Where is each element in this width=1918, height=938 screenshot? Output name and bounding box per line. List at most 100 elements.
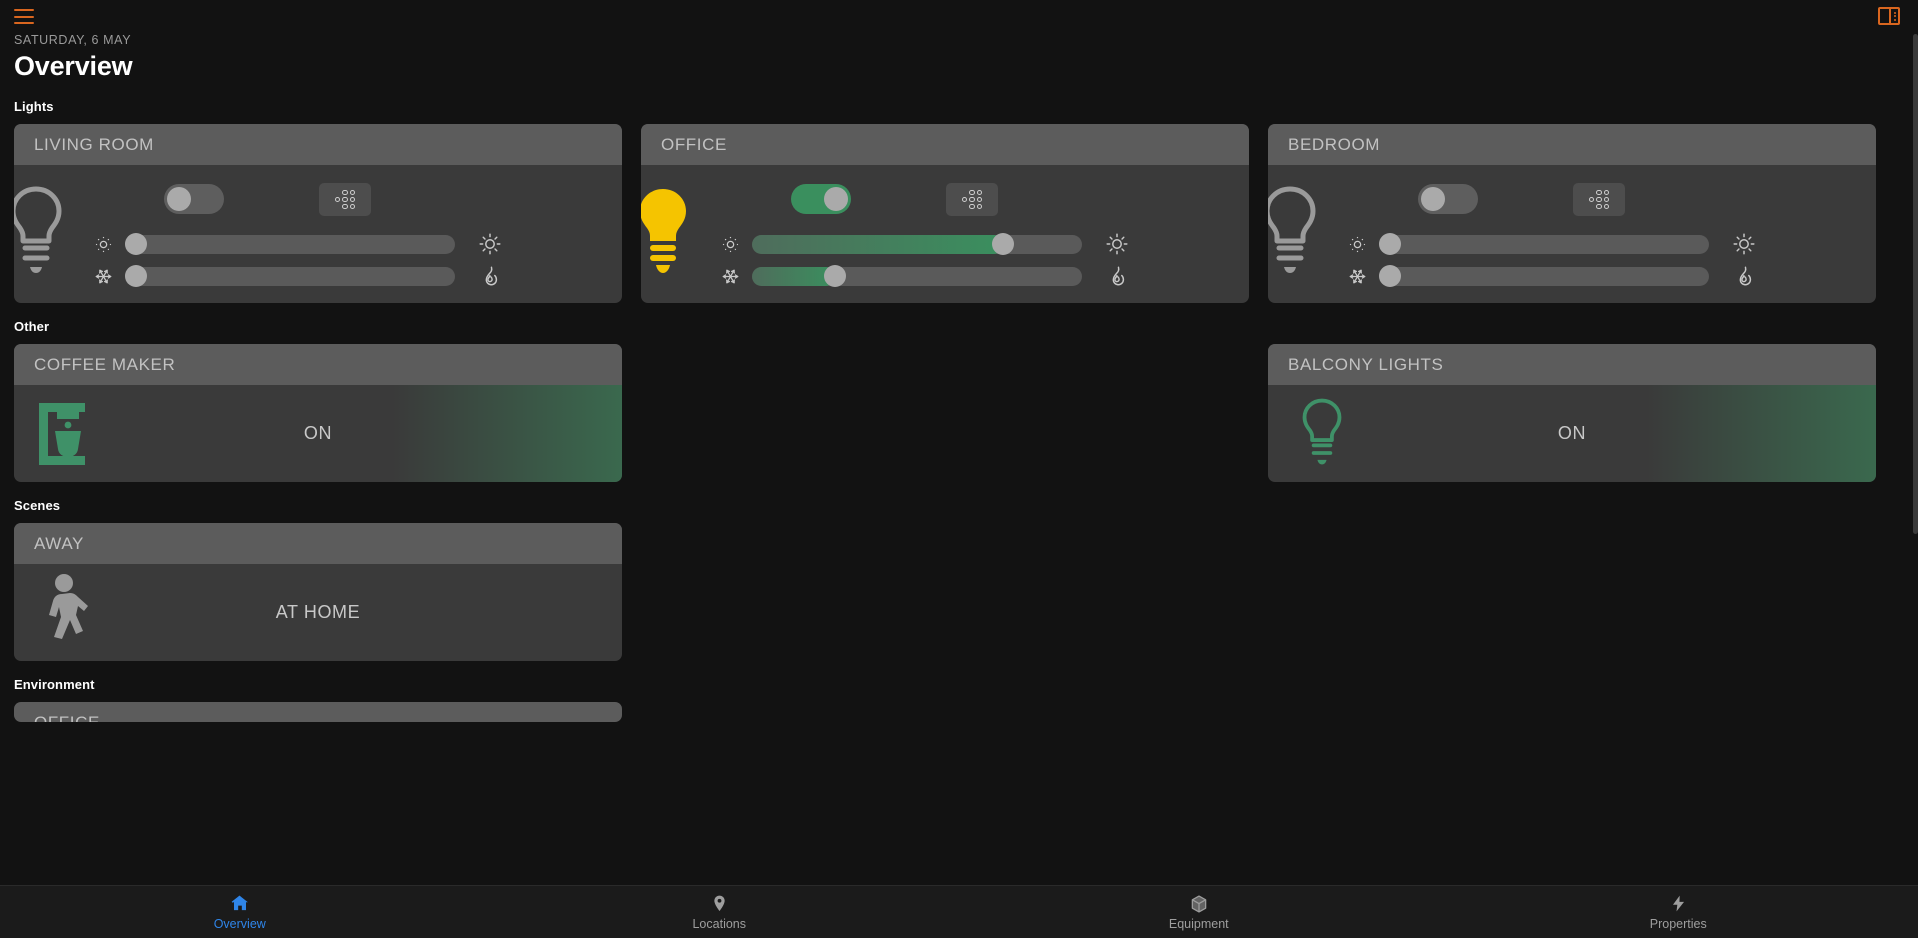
temperature-slider[interactable] [1379, 265, 1709, 287]
color-palette-dots-icon[interactable] [946, 183, 998, 216]
other-card-title: BALCONY LIGHTS [1288, 354, 1444, 374]
nav-label: Properties [1649, 916, 1707, 931]
scenes-card[interactable]: AWAY AT HOME [14, 523, 622, 661]
hamburger-icon[interactable] [14, 9, 34, 24]
other-card[interactable]: COFFEE MAKER ON [14, 344, 622, 482]
brightness-slider[interactable] [125, 233, 455, 255]
nav-label: Equipment [1168, 916, 1229, 931]
temperature-thumb[interactable] [125, 265, 147, 287]
nav-item-properties[interactable]: Properties [1439, 886, 1918, 938]
power-toggle[interactable] [1418, 184, 1478, 214]
nav-item-equipment[interactable]: Equipment [959, 886, 1439, 938]
scenes-card-title: AWAY [34, 533, 84, 553]
brightness-slider[interactable] [1379, 233, 1709, 255]
toggle-knob [824, 187, 848, 211]
scenes-card-body: AT HOME [14, 564, 622, 661]
sidebar-panel-icon[interactable] [1878, 7, 1900, 25]
power-toggle-row [1418, 184, 1478, 214]
page-title: Overview [14, 51, 133, 81]
other-card-body: ON [1268, 385, 1876, 482]
card-header: LIVING ROOM [14, 124, 622, 165]
temperature-slider[interactable] [125, 265, 455, 287]
power-toggle[interactable] [164, 184, 224, 214]
environment-grid: OFFICE [0, 702, 1918, 722]
section-label-other: Other [14, 319, 50, 334]
section-label-environment: Environment [14, 677, 95, 692]
temperature-slider-row [719, 264, 1129, 288]
other-card[interactable]: BALCONY LIGHTS ON [1268, 344, 1876, 482]
light-card: LIVING ROOM [14, 124, 622, 303]
dot-cluster [961, 189, 983, 210]
light-card: OFFICE [641, 124, 1249, 303]
nav-item-locations[interactable]: Locations [480, 886, 960, 938]
other-card-body: ON [14, 385, 622, 482]
other-card-title: COFFEE MAKER [34, 354, 176, 374]
panel-right-region [1891, 9, 1898, 23]
dot-cluster [1588, 189, 1610, 210]
nav-item-overview[interactable]: Overview [0, 886, 480, 938]
home-icon [230, 894, 250, 914]
lightbulb-icon [641, 183, 697, 283]
sun-dim-icon [719, 233, 741, 255]
light-card-body [14, 165, 622, 303]
brightness-fill [752, 234, 1003, 254]
temperature-fill [752, 266, 835, 286]
lightbulb-icon [14, 183, 70, 283]
snowflake-icon [719, 265, 741, 287]
temperature-thumb[interactable] [823, 265, 846, 287]
other-state-label: ON [1557, 423, 1587, 443]
sun-dim-icon [92, 233, 114, 255]
panel-left-region [1880, 9, 1891, 23]
environment-card[interactable]: OFFICE [14, 702, 622, 722]
light-card-title: BEDROOM [1288, 134, 1381, 154]
page-scrollbar[interactable] [1913, 34, 1918, 885]
other-state-label: ON [303, 423, 333, 443]
light-card-title: LIVING ROOM [34, 134, 154, 154]
card-header: COFFEE MAKER [14, 344, 622, 385]
toggle-knob [167, 187, 191, 211]
lightning-bolt-icon [1668, 894, 1688, 914]
brightness-thumb[interactable] [125, 233, 147, 255]
scrollbar-thumb[interactable] [1913, 34, 1918, 534]
brightness-slider-row [1346, 232, 1756, 256]
brightness-slider-row [92, 232, 502, 256]
power-toggle[interactable] [791, 184, 851, 214]
brightness-thumb[interactable] [1379, 233, 1401, 255]
nav-label: Overview [213, 916, 266, 931]
lights-grid: LIVING ROOM OFFICE BEDROOM [0, 124, 1918, 303]
lightbulb-icon [1268, 183, 1324, 283]
temperature-slider-row [92, 264, 502, 288]
power-toggle-row [791, 184, 851, 214]
bottom-navigation: Overview Locations Equipment Properties [0, 885, 1918, 938]
section-label-scenes: Scenes [14, 498, 61, 513]
sun-bright-icon [478, 232, 502, 256]
environment-card-title: OFFICE [34, 712, 100, 723]
color-palette-dots-icon[interactable] [1573, 183, 1625, 216]
temperature-slider-row [1346, 264, 1756, 288]
flame-icon [1732, 264, 1756, 288]
sun-dim-icon [1346, 233, 1368, 255]
brightness-thumb[interactable] [991, 233, 1014, 255]
snowflake-icon [1346, 265, 1368, 287]
card-header: AWAY [14, 523, 622, 564]
cube-icon [1189, 894, 1209, 914]
light-card: BEDROOM [1268, 124, 1876, 303]
card-header: OFFICE [641, 124, 1249, 165]
section-label-lights: Lights [14, 99, 54, 114]
scenes-state-label: AT HOME [275, 602, 361, 622]
other-grid: COFFEE MAKER ON BALCONY LIGHTS ON [0, 344, 1918, 482]
brightness-slider[interactable] [752, 233, 1082, 255]
nav-label: Locations [692, 916, 746, 931]
card-header: OFFICE [14, 702, 622, 722]
brightness-slider-row [719, 232, 1129, 256]
scenes-grid: AWAY AT HOME [0, 523, 1918, 661]
color-palette-dots-icon[interactable] [319, 183, 371, 216]
temperature-thumb[interactable] [1379, 265, 1401, 287]
light-card-body [641, 165, 1249, 303]
toggle-knob [1421, 187, 1445, 211]
light-card-title: OFFICE [661, 134, 727, 154]
temperature-slider[interactable] [752, 265, 1082, 287]
card-header: BEDROOM [1268, 124, 1876, 165]
flame-icon [478, 264, 502, 288]
current-date: SATURDAY, 6 MAY [14, 33, 132, 47]
